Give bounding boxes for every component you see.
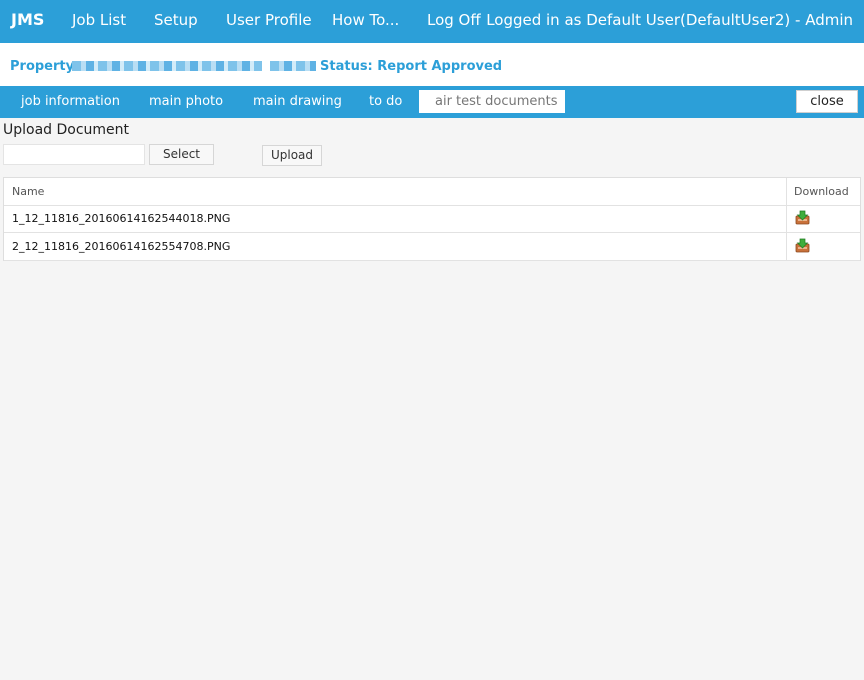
property-value-redacted bbox=[72, 61, 262, 71]
tab-to-do[interactable]: to do bbox=[369, 94, 402, 109]
tab-main-drawing[interactable]: main drawing bbox=[253, 94, 342, 109]
property-value-redacted bbox=[270, 61, 316, 71]
status-text: Status: Report Approved bbox=[320, 59, 503, 74]
documents-table: Name Download 1_12_11816_201606141625440… bbox=[3, 177, 861, 261]
nav-user-profile[interactable]: User Profile bbox=[226, 11, 312, 29]
column-header-name[interactable]: Name bbox=[12, 185, 44, 198]
upload-button[interactable]: Upload bbox=[262, 145, 322, 166]
nav-how-to[interactable]: How To... bbox=[332, 11, 399, 29]
nav-log-off[interactable]: Log Off bbox=[427, 11, 481, 29]
download-icon[interactable] bbox=[795, 210, 810, 225]
download-cell bbox=[786, 205, 860, 232]
close-button[interactable]: close bbox=[796, 90, 858, 113]
file-name: 1_12_11816_20160614162544018.PNG bbox=[12, 212, 231, 225]
nav-job-list[interactable]: Job List bbox=[72, 11, 126, 29]
nav-setup[interactable]: Setup bbox=[154, 11, 198, 29]
tab-main-photo[interactable]: main photo bbox=[149, 94, 223, 109]
table-header-row: Name Download bbox=[4, 178, 860, 206]
property-label: Property: bbox=[10, 59, 80, 74]
upload-document-title: Upload Document bbox=[3, 122, 130, 138]
logged-in-user: Logged in as Default User(DefaultUser2) … bbox=[486, 11, 853, 29]
tab-job-information[interactable]: job information bbox=[21, 94, 120, 109]
brand-logo[interactable]: JMS bbox=[11, 10, 44, 29]
file-name: 2_12_11816_20160614162554708.PNG bbox=[12, 240, 231, 253]
table-row: 1_12_11816_20160614162544018.PNG bbox=[4, 205, 860, 233]
download-icon[interactable] bbox=[795, 238, 810, 253]
property-info-bar: Property: Status: Report Approved bbox=[0, 43, 864, 86]
column-header-download: Download bbox=[794, 185, 849, 198]
tab-air-test-documents[interactable]: air test documents bbox=[419, 90, 565, 113]
top-nav-bar: JMS Job List Setup User Profile How To..… bbox=[0, 0, 864, 43]
file-path-input[interactable] bbox=[3, 144, 145, 165]
select-file-button[interactable]: Select bbox=[149, 144, 214, 165]
column-header-download-cell: Download bbox=[786, 178, 860, 205]
table-row: 2_12_11816_20160614162554708.PNG bbox=[4, 233, 860, 261]
download-cell bbox=[786, 233, 860, 260]
tab-strip: job information main photo main drawing … bbox=[0, 86, 864, 118]
